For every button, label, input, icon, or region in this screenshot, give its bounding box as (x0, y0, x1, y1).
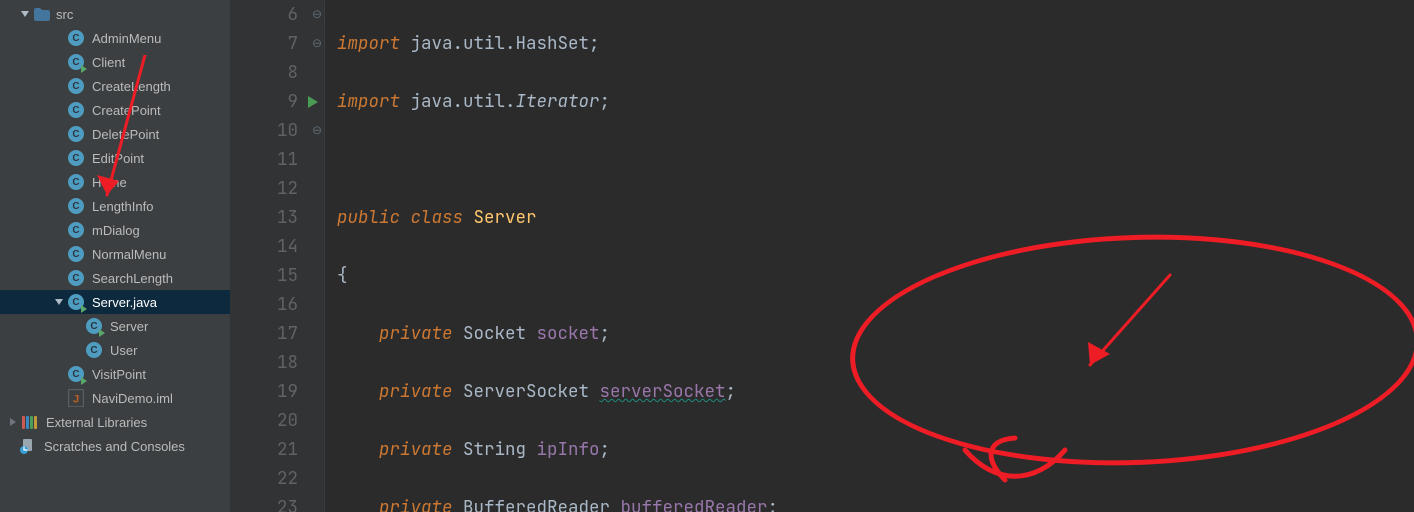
tree-label: src (56, 7, 73, 22)
class-icon: C (68, 246, 84, 262)
tree-label: NaviDemo.iml (92, 391, 173, 406)
fold-icon[interactable]: ⊖ (312, 116, 322, 145)
tree-label: Client (92, 55, 125, 70)
tree-label: DeletePoint (92, 127, 159, 142)
tree-file-iml[interactable]: J NaviDemo.iml (0, 386, 230, 410)
tree-label: CreateLength (92, 79, 171, 94)
fold-icon[interactable]: ⊖ (312, 0, 322, 29)
iml-file-icon: J (68, 390, 84, 406)
tree-label: AdminMenu (92, 31, 161, 46)
line-number[interactable]: 16 (230, 290, 298, 319)
code-line (337, 145, 1135, 174)
code-editor[interactable]: 67891011121314151617181920212223⊖⊖⊖ impo… (230, 0, 1414, 512)
line-number[interactable]: 19 (230, 377, 298, 406)
tree-class-item[interactable]: C DeletePoint (0, 122, 230, 146)
line-number[interactable]: 7 (230, 29, 298, 58)
line-number[interactable]: 15 (230, 261, 298, 290)
tree-label: Server (110, 319, 148, 334)
tree-label: LengthInfo (92, 199, 153, 214)
tree-label: NormalMenu (92, 247, 166, 262)
line-number[interactable]: 14 (230, 232, 298, 261)
tree-external-libraries[interactable]: External Libraries (0, 410, 230, 434)
tree-class-item[interactable]: C User (0, 338, 230, 362)
code-line: { (337, 261, 1135, 290)
code-line: private String ipInfo; (337, 435, 1135, 464)
code-line: import java.util.Iterator; (337, 87, 1135, 116)
line-number[interactable]: 17 (230, 319, 298, 348)
chevron-down-icon (18, 10, 32, 18)
tree-label: mDialog (92, 223, 140, 238)
svg-text:J: J (73, 394, 79, 406)
fold-icon[interactable]: ⊖ (312, 29, 322, 58)
tree-label: SearchLength (92, 271, 173, 286)
tree-class-item[interactable]: C LengthInfo (0, 194, 230, 218)
line-number[interactable]: 11 (230, 145, 298, 174)
tree-class-item[interactable]: C AdminMenu (0, 26, 230, 50)
class-icon: C (68, 198, 84, 214)
line-number[interactable]: 23 (230, 493, 298, 512)
class-icon: C (68, 222, 84, 238)
class-icon: C (68, 78, 84, 94)
class-icon: C (68, 150, 84, 166)
line-number[interactable]: 18 (230, 348, 298, 377)
scratches-icon (20, 438, 36, 454)
line-number[interactable]: 21 (230, 435, 298, 464)
code-line: private ServerSocket serverSocket; (337, 377, 1135, 406)
class-icon: C (68, 54, 84, 70)
tree-label: User (110, 343, 137, 358)
line-number[interactable]: 10 (230, 116, 298, 145)
code-line: public class Server (337, 203, 1135, 232)
tree-label: CreatePoint (92, 103, 161, 118)
class-icon: C (86, 342, 102, 358)
code-line: import java.util.HashSet; (337, 29, 1135, 58)
chevron-right-icon (6, 418, 20, 426)
line-number[interactable]: 20 (230, 406, 298, 435)
class-icon: C (68, 126, 84, 142)
class-icon: C (68, 366, 84, 382)
project-tree[interactable]: src C AdminMenu C Client C CreateLength C Cr… (0, 0, 230, 512)
class-icon: C (86, 318, 102, 334)
tree-label: VisitPoint (92, 367, 146, 382)
tree-label: Scratches and Consoles (44, 439, 185, 454)
line-number[interactable]: 22 (230, 464, 298, 493)
library-icon (22, 415, 38, 429)
class-icon: C (68, 30, 84, 46)
tree-class-item[interactable]: C SearchLength (0, 266, 230, 290)
line-number[interactable]: 13 (230, 203, 298, 232)
line-number[interactable]: 9 (230, 87, 298, 116)
tree-class-item[interactable]: C EditPoint (0, 146, 230, 170)
folder-icon (34, 7, 50, 21)
line-number[interactable]: 6 (230, 0, 298, 29)
tree-file-server[interactable]: C Server.java (0, 290, 230, 314)
tree-class-item[interactable]: C VisitPoint (0, 362, 230, 386)
code-line: private BufferedReader bufferedReader; (337, 493, 1135, 512)
gutter[interactable]: 67891011121314151617181920212223⊖⊖⊖ (230, 0, 325, 512)
tree-class-item[interactable]: C CreatePoint (0, 98, 230, 122)
tree-label: EditPoint (92, 151, 144, 166)
class-icon: C (68, 174, 84, 190)
code-area[interactable]: import java.util.HashSet; import java.ut… (325, 0, 1135, 512)
line-number[interactable]: 12 (230, 174, 298, 203)
class-icon: C (68, 270, 84, 286)
tree-label: Server.java (92, 295, 157, 310)
tree-class-item[interactable]: C Server (0, 314, 230, 338)
tree-class-item[interactable]: C CreateLength (0, 74, 230, 98)
tree-label: Home (92, 175, 127, 190)
run-gutter-icon[interactable] (308, 96, 318, 108)
tree-class-item[interactable]: C NormalMenu (0, 242, 230, 266)
tree-label: External Libraries (46, 415, 147, 430)
code-line: private Socket socket; (337, 319, 1135, 348)
tree-class-item[interactable]: CmDialog (0, 218, 230, 242)
class-icon: C (68, 102, 84, 118)
tree-class-item[interactable]: C Home (0, 170, 230, 194)
tree-scratches[interactable]: Scratches and Consoles (0, 434, 230, 458)
class-icon: C (68, 294, 84, 310)
tree-class-item[interactable]: C Client (0, 50, 230, 74)
tree-folder-src[interactable]: src (0, 2, 230, 26)
chevron-down-icon (52, 298, 66, 306)
line-number[interactable]: 8 (230, 58, 298, 87)
